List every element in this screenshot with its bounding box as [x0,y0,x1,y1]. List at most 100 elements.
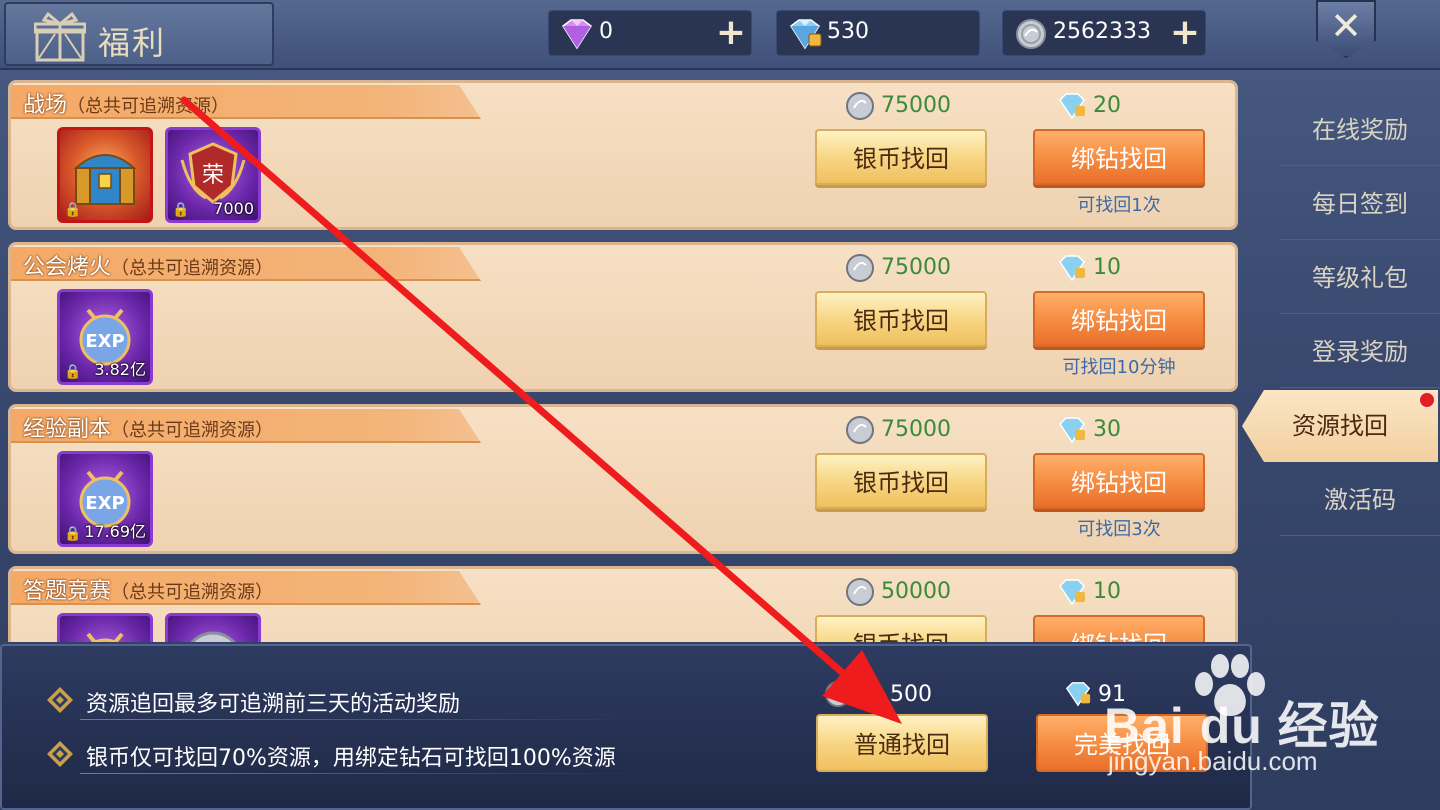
tip-row: 资源追回最多可追溯前三天的活动奖励 [46,680,646,720]
item-quantity: 17.69亿 [84,522,146,541]
card-title: 答题竞赛（总共可追溯资源） [23,579,274,604]
reward-item[interactable]: 🔒 [57,127,153,223]
nav-item-resource-recovery[interactable]: 资源找回 [1242,390,1438,462]
silver-total-value: 500 [890,682,932,707]
reward-item[interactable] [165,613,261,642]
card-note: （总共可追溯资源） [111,420,274,441]
diamond-cost-value: 10 [1093,579,1121,604]
perfect-recover-button[interactable]: 完美找回 [1036,714,1208,772]
bound-diamond-currency: 530 [776,10,980,56]
silver-coin-currency: 2562333 + [1002,10,1206,56]
silver-cost: 50000 [845,577,995,609]
page-title: 福利 [98,24,167,62]
exp-glyph: EXP [85,493,124,514]
tip-divider [80,719,646,720]
exp-glyph: EXP [85,331,124,352]
silver-recover-button[interactable]: 银币找回 [815,291,987,347]
silver-cost-value: 75000 [881,417,951,442]
silver-cost: 75000 [845,91,995,123]
add-diamond-button[interactable]: + [715,13,747,53]
reward-item[interactable] [57,613,153,642]
tip-row: 银币仅可找回70%资源，用绑定钻石可找回100%资源 [46,734,646,774]
add-silver-button[interactable]: + [1169,13,1201,53]
silver-cost: 75000 [845,415,995,447]
nav-item-level-gift[interactable]: 等级礼包 [1280,242,1440,314]
tip-text: 银币仅可找回70%资源，用绑定钻石可找回100%资源 [86,746,616,771]
diamond-recover-button[interactable]: 绑钻找回 [1033,615,1205,642]
nav-item-daily-checkin[interactable]: 每日签到 [1280,168,1440,240]
card-title: 战场（总共可追溯资源） [23,93,230,118]
diamond-recover-button[interactable]: 绑钻找回 [1033,129,1205,185]
reward-item[interactable]: 荣 🔒 7000 [165,127,261,223]
bound-diamond-icon [789,19,822,50]
nav-item-activation-code[interactable]: 激活码 [1280,464,1440,536]
silver-recover-button[interactable]: 银币找回 [815,129,987,185]
reward-item[interactable]: EXP 🔒 17.69亿 [57,451,153,547]
close-button[interactable]: ✕ [1316,0,1376,58]
silver-coin-icon [846,92,874,120]
normal-recover-button[interactable]: 普通找回 [816,714,988,772]
bound-diamond-icon [1059,417,1085,444]
card-header: 公会烤火（总共可追溯资源） [11,247,481,281]
card-header: 战场（总共可追溯资源） [11,85,481,119]
diamond-cost-value: 10 [1093,255,1121,280]
recovery-card: 公会烤火（总共可追溯资源） EXP 🔒 3.82亿 75000 10 银币找回 … [8,242,1238,392]
badge-glyph: 荣 [202,163,224,188]
diamond-recover-button[interactable]: 绑钻找回 [1033,291,1205,347]
diamond-recover-button[interactable]: 绑钻找回 [1033,453,1205,509]
recovery-list[interactable]: 战场（总共可追溯资源） 🔒 荣 🔒 7000 75000 20 银币找回 绑钻找… [0,72,1250,642]
recover-limit: 可找回3次 [1077,519,1161,540]
card-header: 经验副本（总共可追溯资源） [11,409,481,443]
lock-icon: 🔒 [172,202,190,218]
card-note: （总共可追溯资源） [67,96,230,117]
reward-item[interactable]: EXP 🔒 3.82亿 [57,289,153,385]
bound-diamond-icon [1059,93,1085,120]
bullet-diamond-icon [47,687,73,713]
silver-coin-icon [1016,19,1046,49]
diamond-icon [561,19,593,50]
bound-diamond-icon [1059,579,1085,606]
diamond-total: 91 [1064,680,1164,710]
lock-icon: 🔒 [64,364,82,380]
nav-item-login-reward[interactable]: 登录奖励 [1280,316,1440,388]
gift-icon [34,12,86,62]
treasure-chest-icon [73,154,137,205]
lock-icon: 🔒 [64,526,82,542]
card-title: 经验副本（总共可追溯资源） [23,417,274,442]
recover-limit: 可找回1次 [1077,195,1161,216]
silver-coin-value: 2562333 [1053,19,1151,44]
silver-coin-icon [846,254,874,282]
silver-cost-value: 75000 [881,255,951,280]
diamond-cost: 20 [1057,91,1177,123]
item-quantity: 3.82亿 [94,360,146,379]
tip-text: 资源追回最多可追溯前三天的活动奖励 [86,692,461,717]
bullet-diamond-icon [47,741,73,767]
card-header: 答题竞赛（总共可追溯资源） [11,571,481,605]
silver-coin-icon [846,416,874,444]
silver-total: 500 [824,680,954,710]
lock-icon: 🔒 [64,202,82,218]
card-title: 公会烤火（总共可追溯资源） [23,255,274,280]
item-quantity: 7000 [213,199,254,218]
notification-dot [1418,391,1436,409]
close-icon: ✕ [1330,4,1362,48]
nav-item-online-reward[interactable]: 在线奖励 [1280,94,1440,166]
card-note: （总共可追溯资源） [111,582,274,603]
silver-cost-value: 50000 [881,579,951,604]
tip-divider [80,773,646,774]
recovery-card: 经验副本（总共可追溯资源） EXP 🔒 17.69亿 75000 30 银币找回… [8,404,1238,554]
diamond-cost: 30 [1057,415,1177,447]
silver-cost: 75000 [845,253,995,285]
silver-coin-icon [190,631,236,642]
diamond-currency: 0 + [548,10,752,56]
silver-recover-button[interactable]: 银币找回 [815,453,987,509]
recover-limit: 可找回10分钟 [1062,357,1176,378]
silver-recover-button[interactable]: 银币找回 [815,615,987,642]
diamond-cost-value: 20 [1093,93,1121,118]
bound-diamond-icon [1065,682,1091,707]
silver-coin-icon [846,578,874,606]
title-plate: 福利 [4,2,274,66]
diamond-total-value: 91 [1098,682,1126,707]
bound-diamond-value: 530 [827,19,869,44]
silver-cost-value: 75000 [881,93,951,118]
